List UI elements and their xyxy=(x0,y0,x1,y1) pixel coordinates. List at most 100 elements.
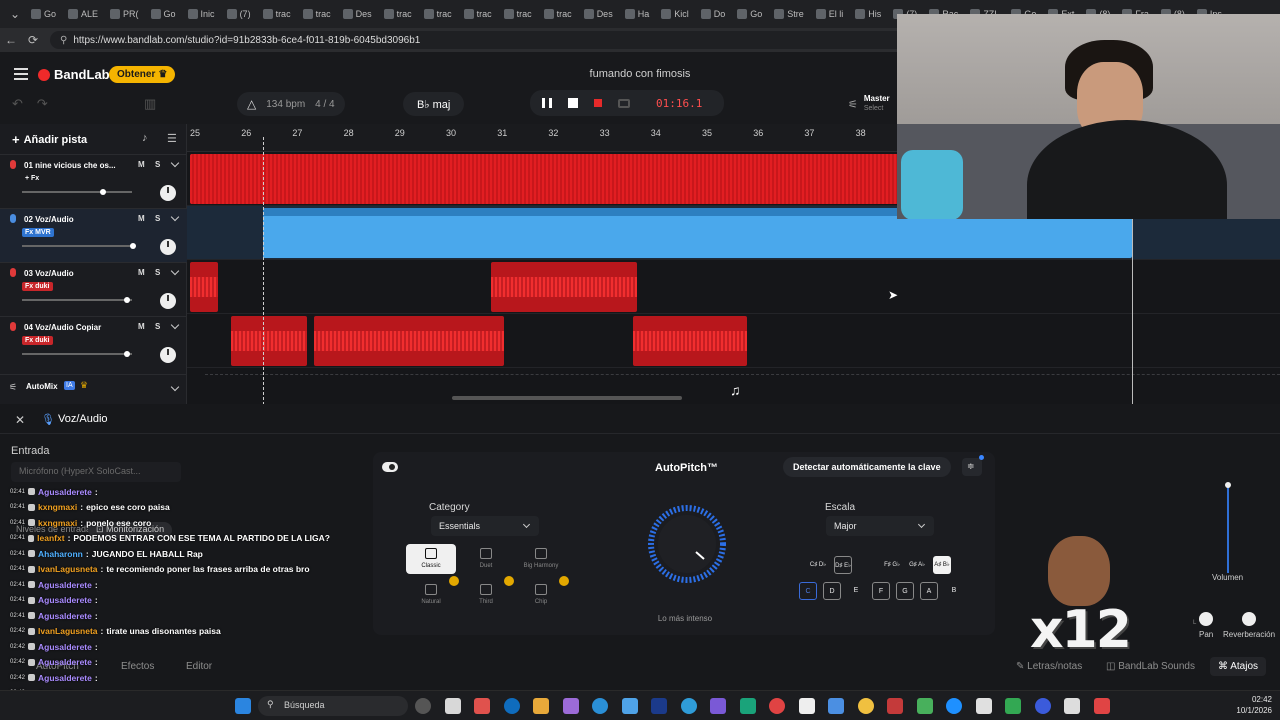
taskbar-app-icon[interactable] xyxy=(621,698,638,714)
lyrics-button[interactable]: ✎ Letras/notas xyxy=(1016,661,1082,672)
mic-icon[interactable] xyxy=(10,214,16,223)
tuner-icon[interactable]: ♪ xyxy=(142,132,148,144)
taskbar-app-icon[interactable] xyxy=(769,698,785,714)
intensity-knob[interactable] xyxy=(631,504,743,594)
browser-tab[interactable]: Des xyxy=(579,3,618,25)
back-icon[interactable]: ← xyxy=(0,33,22,47)
stop-icon[interactable] xyxy=(568,98,578,108)
taskbar-app-icon[interactable] xyxy=(798,698,815,714)
key-natural-button[interactable]: F xyxy=(872,582,890,600)
detect-key-button[interactable]: Detectar automáticamente la clave xyxy=(783,457,951,477)
browser-tab[interactable]: Go xyxy=(732,3,767,25)
mic-icon[interactable] xyxy=(10,160,16,169)
key-sharp-button[interactable]: C♯ D♭ xyxy=(809,556,827,574)
taskbar-app-icon[interactable] xyxy=(503,698,520,714)
fx-badge[interactable]: Fx duki xyxy=(22,282,53,291)
style-option-natural[interactable]: Natural xyxy=(406,580,456,610)
taskbar-app-icon[interactable] xyxy=(592,698,608,714)
pan-dial[interactable] xyxy=(1199,612,1213,626)
metronome-icon[interactable]: △ xyxy=(247,97,256,111)
category-select[interactable]: Essentials xyxy=(431,516,539,536)
obtener-button[interactable]: Obtener ♛ xyxy=(109,66,176,83)
taskbar-app-icon[interactable] xyxy=(533,698,549,714)
taskbar-app-icon[interactable] xyxy=(1005,698,1021,714)
volume-knob[interactable] xyxy=(124,297,130,303)
track-header[interactable]: 04 Voz/Audio Copiar M S Fx duki xyxy=(0,316,187,370)
key-sharp-button[interactable]: A♯ B♭ xyxy=(933,556,951,574)
taskbar-app-icon[interactable] xyxy=(1093,698,1110,714)
chevron-down-icon[interactable] xyxy=(170,320,180,330)
track-name[interactable]: 02 Voz/Audio xyxy=(24,215,116,224)
track-header[interactable]: 01 nine vicious che os... M S + Fx xyxy=(0,154,187,208)
mute-button[interactable]: M xyxy=(138,214,145,223)
style-option-chip[interactable]: Chip xyxy=(516,580,566,610)
taskbar-app-icon[interactable] xyxy=(710,698,726,714)
taskbar-app-icon[interactable] xyxy=(415,698,431,714)
browser-tab[interactable]: Go xyxy=(26,3,61,25)
track-name[interactable]: 03 Voz/Audio xyxy=(24,269,116,278)
browser-tab[interactable]: trac xyxy=(499,3,537,25)
autopitch-toggle[interactable] xyxy=(382,462,398,472)
browser-tab[interactable]: Ha xyxy=(620,3,655,25)
tab-list-icon[interactable]: ⌄ xyxy=(4,7,26,21)
key-sharp-button[interactable]: F♯ G♭ xyxy=(883,556,901,574)
mute-button[interactable]: M xyxy=(138,268,145,277)
key-natural-button[interactable]: E xyxy=(847,582,865,600)
browser-tab[interactable]: ALE xyxy=(63,3,103,25)
track-volume-slider[interactable] xyxy=(22,351,132,357)
browser-tab[interactable]: Des xyxy=(338,3,377,25)
solo-button[interactable]: S xyxy=(155,322,160,331)
taskbar-clock[interactable]: 02:42 10/1/2026 xyxy=(1226,694,1272,716)
key-natural-button[interactable]: G xyxy=(896,582,914,600)
solo-button[interactable]: S xyxy=(155,214,160,223)
lane-track-3[interactable] xyxy=(187,260,1280,314)
track-settings-icon[interactable]: ☰ xyxy=(167,132,177,145)
style-option-classic[interactable]: Classic xyxy=(406,544,456,574)
track-name[interactable]: 01 nine vicious che os... xyxy=(24,161,116,170)
bpm-field[interactable]: 134 bpm xyxy=(266,99,305,110)
volume-knob[interactable] xyxy=(124,351,130,357)
volume-knob[interactable] xyxy=(100,189,106,195)
track-pan-dial[interactable] xyxy=(160,347,176,363)
taskbar-app-icon[interactable] xyxy=(651,698,667,714)
volume-knob[interactable] xyxy=(130,243,136,249)
fx-badge[interactable]: Fx duki xyxy=(22,336,53,345)
browser-tab[interactable]: trac xyxy=(258,3,296,25)
taskbar-app-icon[interactable] xyxy=(975,698,992,714)
browser-tab[interactable]: trac xyxy=(298,3,336,25)
key-natural-button[interactable]: C xyxy=(799,582,817,600)
taskbar-app-icon[interactable] xyxy=(916,698,933,714)
mute-button[interactable]: M xyxy=(138,160,145,169)
sounds-button[interactable]: ◫ BandLab Sounds xyxy=(1106,661,1195,672)
site-info-icon[interactable]: ⚲ xyxy=(60,35,67,46)
taskbar-app-icon[interactable] xyxy=(828,698,844,714)
windows-start-icon[interactable] xyxy=(235,698,251,714)
reverb-dial[interactable] xyxy=(1242,612,1256,626)
taskbar-app-icon[interactable] xyxy=(946,698,962,714)
mic-icon[interactable] xyxy=(10,322,16,331)
browser-tab[interactable]: Stre xyxy=(769,3,809,25)
volume-slider[interactable] xyxy=(1225,482,1231,573)
record-icon[interactable] xyxy=(594,99,602,107)
taskbar-app-icon[interactable] xyxy=(857,698,874,714)
style-option-duet[interactable]: Duet xyxy=(461,544,511,574)
browser-tab[interactable]: PR( xyxy=(105,3,144,25)
browser-tab[interactable]: El li xyxy=(811,3,849,25)
mixer-button[interactable]: ▥ xyxy=(144,92,156,116)
browser-tab[interactable]: trac xyxy=(419,3,457,25)
key-button[interactable]: B♭ maj xyxy=(403,92,465,116)
browser-tab[interactable]: trac xyxy=(459,3,497,25)
chevron-down-icon[interactable] xyxy=(170,212,180,222)
audio-clip[interactable] xyxy=(231,316,307,366)
key-natural-button[interactable]: A xyxy=(920,582,938,600)
style-option-third[interactable]: Third xyxy=(461,580,511,610)
browser-tab[interactable]: His xyxy=(850,3,886,25)
url-field[interactable]: ⚲ https://www.bandlab.com/studio?id=91b2… xyxy=(50,31,930,49)
chevron-down-icon[interactable] xyxy=(170,382,180,392)
taskbar-app-icon[interactable] xyxy=(1064,698,1080,714)
taskbar-app-icon[interactable] xyxy=(1034,698,1051,714)
key-sharp-button[interactable]: G♯ A♭ xyxy=(908,556,926,574)
fx-badge[interactable]: + Fx xyxy=(22,174,42,183)
automix-row[interactable]: ⚟ AutoMix IA ♛ xyxy=(0,374,187,404)
track-volume-slider[interactable] xyxy=(22,297,132,303)
